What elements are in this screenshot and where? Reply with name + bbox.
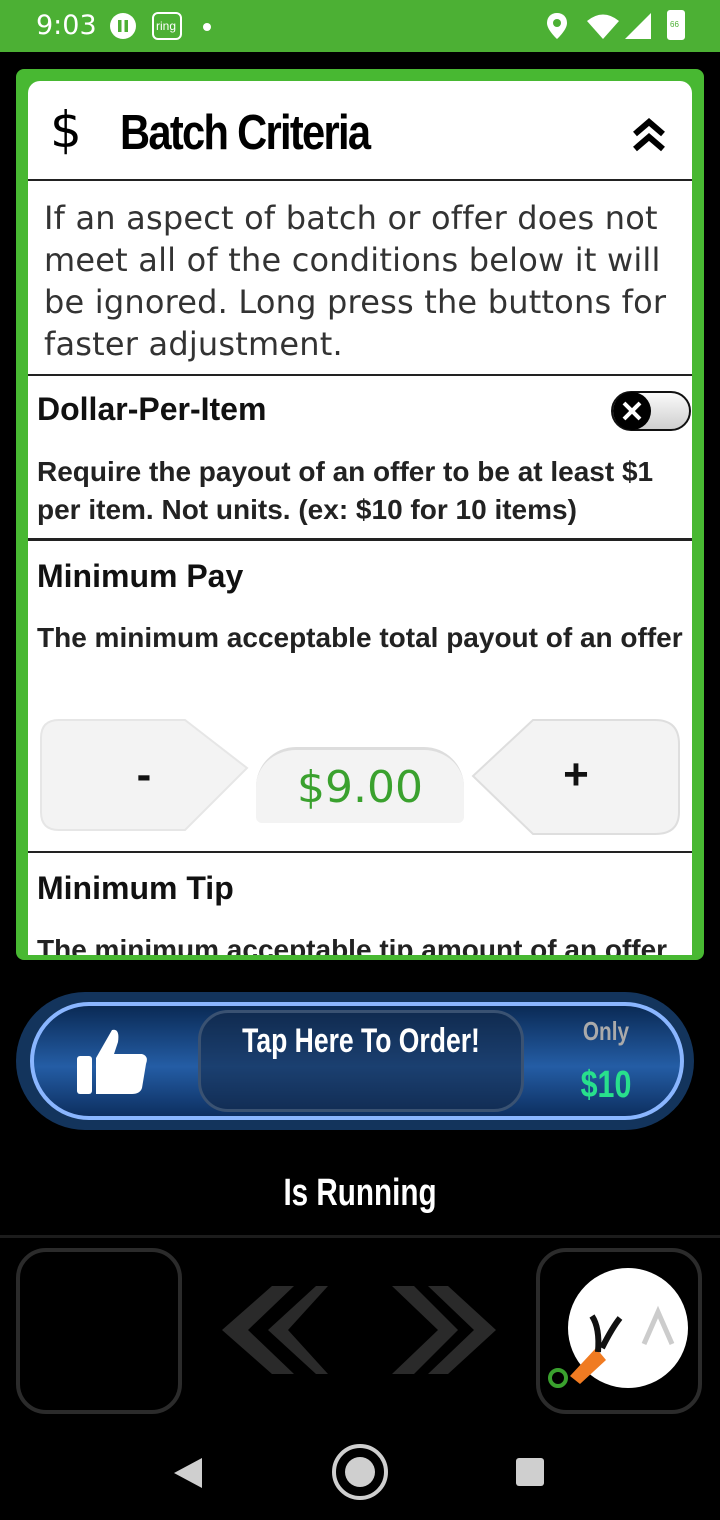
collapse-chevrons-icon[interactable] bbox=[632, 117, 666, 153]
minimum-pay-desc: The minimum acceptable total payout of a… bbox=[37, 622, 683, 653]
minimum-pay-increase-button[interactable]: + bbox=[471, 718, 681, 835]
dollar-per-item-toggle[interactable] bbox=[611, 391, 691, 431]
next-chevrons-icon[interactable] bbox=[390, 1282, 500, 1378]
recents-icon[interactable] bbox=[514, 1456, 546, 1488]
thumbs-up-icon bbox=[77, 1029, 147, 1094]
signal-icon bbox=[625, 13, 651, 39]
divider bbox=[28, 374, 692, 376]
empty-slot-left[interactable] bbox=[16, 1248, 182, 1414]
card-title: Batch Criteria bbox=[120, 106, 371, 160]
minimum-pay-title: Minimum Pay bbox=[37, 558, 244, 594]
notification-dot-icon bbox=[203, 23, 211, 31]
wifi-icon bbox=[587, 14, 619, 39]
order-price: $10 bbox=[580, 1064, 632, 1106]
dollar-icon: $ bbox=[50, 101, 82, 159]
ring-label: ring bbox=[156, 19, 177, 33]
previous-chevrons-icon[interactable] bbox=[220, 1282, 330, 1378]
location-icon bbox=[547, 13, 567, 39]
status-bar: 9:03 ring 66 bbox=[0, 0, 720, 52]
only-label: Only bbox=[582, 1016, 630, 1046]
minimum-tip-desc: The minimum acceptable tip amount of an … bbox=[37, 934, 668, 955]
divider bbox=[28, 538, 692, 541]
app-launcher-slot[interactable] bbox=[536, 1248, 702, 1414]
batch-criteria-card: $ Batch Criteria If an aspect of batch o… bbox=[28, 81, 692, 955]
system-nav-bar bbox=[0, 1430, 720, 1520]
minimum-pay-value: $9.00 bbox=[256, 747, 464, 823]
minimum-tip-title: Minimum Tip bbox=[37, 870, 234, 906]
dollar-per-item-desc: Require the payout of an offer to be at … bbox=[37, 456, 654, 525]
card-header[interactable]: $ Batch Criteria bbox=[28, 81, 692, 181]
running-status: Is Running bbox=[283, 1172, 437, 1214]
home-icon[interactable] bbox=[330, 1442, 390, 1502]
plus-label: + bbox=[563, 750, 589, 799]
divider bbox=[0, 1235, 720, 1238]
battery-level: 66 bbox=[670, 20, 679, 29]
order-cta-label: Tap Here To Order! bbox=[242, 1022, 480, 1060]
back-icon[interactable] bbox=[172, 1456, 206, 1490]
close-icon bbox=[622, 401, 642, 421]
status-time: 9:03 bbox=[36, 10, 97, 41]
ring-app-icon: ring bbox=[152, 12, 182, 40]
toggle-knob bbox=[613, 392, 651, 430]
minimum-pay-amount: $9.00 bbox=[297, 762, 423, 813]
dollar-per-item-title: Dollar-Per-Item bbox=[37, 391, 267, 427]
minimum-pay-decrease-button[interactable]: - bbox=[39, 718, 249, 832]
divider bbox=[28, 851, 692, 853]
minus-label: - bbox=[136, 750, 152, 799]
battery-icon: 66 bbox=[667, 10, 685, 40]
intro-text: If an aspect of batch or offer does not … bbox=[44, 199, 667, 363]
pause-icon bbox=[110, 13, 136, 39]
carrot-app-icon bbox=[548, 1268, 688, 1388]
